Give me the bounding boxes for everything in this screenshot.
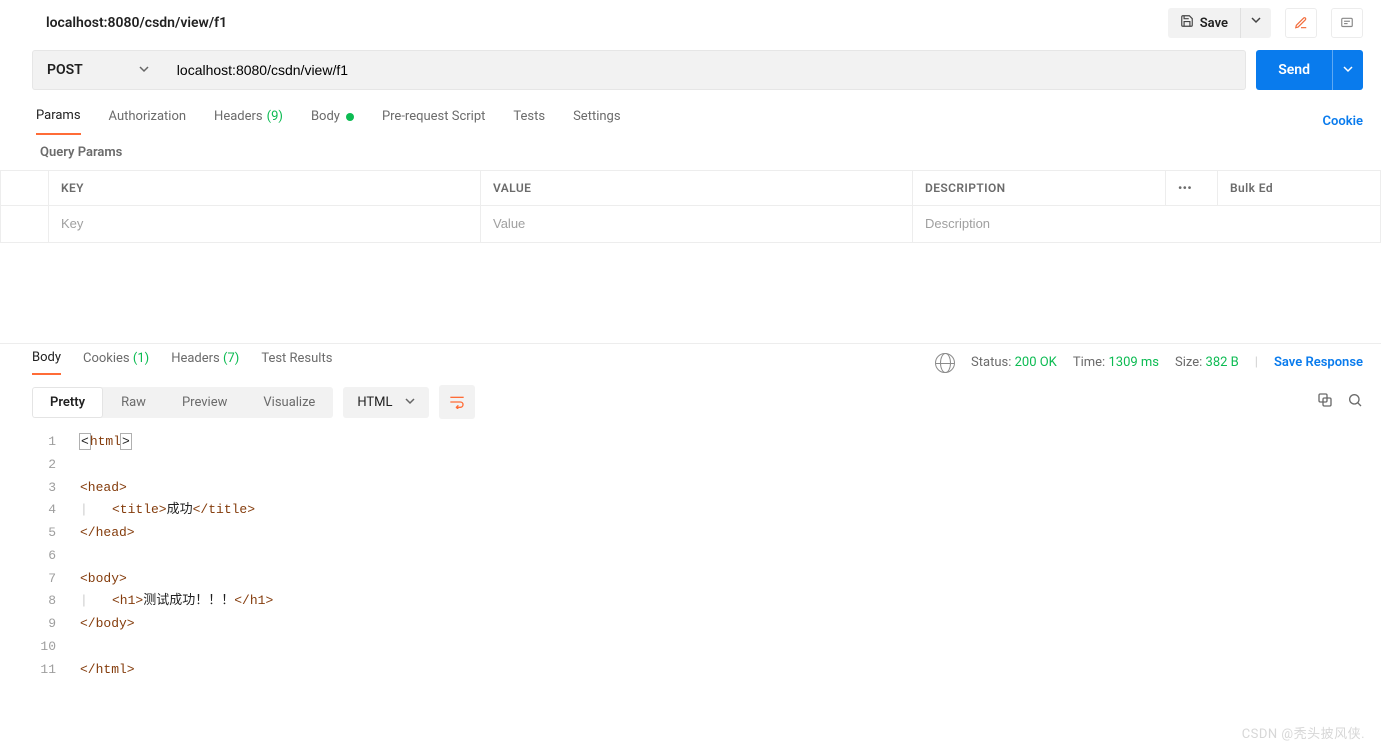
tab-headers[interactable]: Headers (9): [214, 109, 283, 134]
code-line: 10: [32, 636, 1381, 659]
search-button[interactable]: [1347, 392, 1363, 412]
save-response-link[interactable]: Save Response: [1274, 355, 1363, 370]
time-group: Time: 1309 ms: [1073, 355, 1159, 370]
view-pretty[interactable]: Pretty: [32, 387, 103, 418]
copy-button[interactable]: [1317, 392, 1333, 412]
response-view-bar: Pretty Raw Preview Visualize HTML: [0, 375, 1381, 425]
col-more[interactable]: •••: [1166, 171, 1218, 206]
line-content: <body>: [80, 568, 127, 591]
send-button[interactable]: Send: [1256, 50, 1332, 90]
table-row: [1, 206, 1381, 243]
tab-tests[interactable]: Tests: [513, 109, 545, 134]
save-icon: [1180, 14, 1194, 32]
col-key-header: KEY: [49, 171, 481, 206]
line-number: 10: [32, 636, 80, 659]
wrap-lines-button[interactable]: [439, 385, 475, 419]
col-desc-header: DESCRIPTION: [913, 171, 1166, 206]
request-row: POST Send: [0, 46, 1381, 94]
chevron-down-icon: [139, 62, 149, 78]
request-title: localhost:8080/csdn/view/f1: [46, 15, 1168, 31]
code-line: 1<html>: [32, 431, 1381, 454]
code-line: 4|<title>成功</title>: [32, 499, 1381, 522]
line-number: 1: [32, 431, 80, 454]
line-content: </body>: [80, 613, 135, 636]
code-line: 6: [32, 545, 1381, 568]
response-tab-tests[interactable]: Test Results: [261, 351, 332, 374]
format-value: HTML: [357, 395, 392, 410]
view-preview[interactable]: Preview: [164, 387, 245, 418]
line-number: 4: [32, 499, 80, 522]
save-button[interactable]: Save: [1168, 8, 1240, 38]
send-dropdown[interactable]: [1332, 50, 1363, 90]
response-tab-headers[interactable]: Headers (7): [171, 351, 239, 374]
view-raw[interactable]: Raw: [103, 387, 164, 418]
line-number: 6: [32, 545, 80, 568]
query-params-label: Query Params: [0, 135, 1381, 170]
line-number: 2: [32, 454, 80, 477]
save-label: Save: [1200, 16, 1228, 31]
save-button-group: Save: [1168, 8, 1271, 38]
code-line: 8|<h1>测试成功！！！</h1>: [32, 590, 1381, 613]
size-group: Size: 382 B: [1175, 355, 1239, 370]
request-tabs: Params Authorization Headers (9) Body Pr…: [0, 94, 1381, 135]
bulk-edit-link[interactable]: Bulk Ed: [1218, 171, 1381, 206]
tab-body[interactable]: Body: [311, 109, 354, 134]
col-checkbox: [1, 171, 49, 206]
line-content: |<h1>测试成功！！！</h1>: [80, 590, 273, 613]
cookies-link[interactable]: Cookie: [1323, 114, 1363, 129]
chevron-down-icon: [1251, 14, 1261, 29]
line-number: 7: [32, 568, 80, 591]
http-method-value: POST: [47, 62, 83, 78]
response-status-bar: Status: 200 OK Time: 1309 ms Size: 382 B…: [935, 353, 1363, 373]
line-number: 11: [32, 659, 80, 682]
line-content: <head>: [80, 477, 127, 500]
code-line: 11</html>: [32, 659, 1381, 682]
send-button-group: Send: [1256, 50, 1363, 90]
line-number: 3: [32, 477, 80, 500]
response-tab-body[interactable]: Body: [32, 350, 61, 375]
line-content: |<title>成功</title>: [80, 499, 255, 522]
code-line: 5</head>: [32, 522, 1381, 545]
code-line: 3<head>: [32, 477, 1381, 500]
globe-icon[interactable]: [935, 353, 955, 373]
url-input[interactable]: [177, 62, 1231, 78]
comment-button[interactable]: [1331, 8, 1363, 38]
code-line: 7<body>: [32, 568, 1381, 591]
view-visualize[interactable]: Visualize: [245, 387, 333, 418]
line-number: 8: [32, 590, 80, 613]
code-line: 9</body>: [32, 613, 1381, 636]
code-line: 2: [32, 454, 1381, 477]
query-params-table: KEY VALUE DESCRIPTION ••• Bulk Ed: [0, 170, 1381, 243]
row-checkbox[interactable]: [1, 206, 49, 243]
tab-params[interactable]: Params: [36, 108, 81, 135]
tab-settings[interactable]: Settings: [573, 109, 620, 134]
save-dropdown[interactable]: [1240, 8, 1271, 38]
header-bar: localhost:8080/csdn/view/f1 Save: [0, 0, 1381, 46]
response-tabs: Body Cookies (1) Headers (7) Test Result…: [0, 343, 1381, 375]
edit-button[interactable]: [1285, 8, 1317, 38]
line-content: </html>: [80, 659, 135, 682]
response-tab-cookies[interactable]: Cookies (1): [83, 351, 149, 374]
value-input[interactable]: [493, 216, 900, 231]
chevron-down-icon: [1343, 63, 1353, 78]
http-method-selector[interactable]: POST: [32, 50, 163, 90]
line-content: </head>: [80, 522, 135, 545]
watermark: CSDN @秃头披风侠.: [1242, 723, 1365, 742]
key-input[interactable]: [61, 216, 468, 231]
line-content: <html>: [80, 431, 131, 454]
view-mode-tabs: Pretty Raw Preview Visualize: [32, 387, 333, 418]
format-selector[interactable]: HTML: [343, 387, 428, 418]
tab-prerequest[interactable]: Pre-request Script: [382, 109, 485, 134]
dot-indicator-icon: [346, 113, 354, 121]
tab-authorization[interactable]: Authorization: [109, 109, 187, 134]
line-number: 5: [32, 522, 80, 545]
response-body-code[interactable]: 1<html>23<head>4|<title>成功</title>5</hea…: [0, 425, 1381, 701]
col-value-header: VALUE: [481, 171, 913, 206]
status-group: Status: 200 OK: [971, 355, 1057, 370]
url-input-wrap: [163, 50, 1246, 90]
chevron-down-icon: [405, 395, 415, 410]
desc-input[interactable]: [925, 216, 1368, 231]
line-number: 9: [32, 613, 80, 636]
